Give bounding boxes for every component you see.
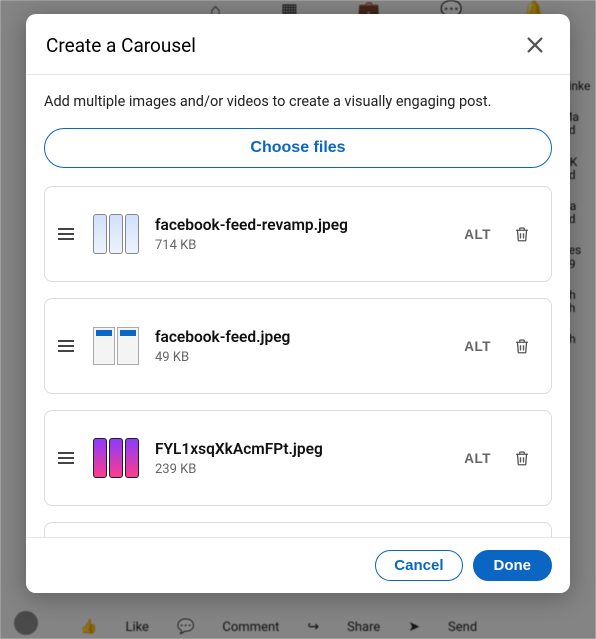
modal-title: Create a Carousel — [46, 34, 196, 57]
alt-text-button[interactable]: ALT — [460, 445, 495, 472]
drag-icon — [57, 227, 75, 241]
alt-text-button[interactable]: ALT — [460, 221, 495, 248]
file-info: FYL1xsqXkAcmFPt.jpeg 239 KB — [155, 440, 448, 477]
modal-body: Add multiple images and/or videos to cre… — [26, 75, 570, 537]
trash-icon — [513, 449, 531, 467]
file-info: facebook-feed.jpeg 49 KB — [155, 328, 448, 365]
trash-icon — [513, 337, 531, 355]
file-thumbnail — [89, 431, 143, 485]
trash-icon — [513, 225, 531, 243]
delete-file-button[interactable] — [507, 331, 537, 361]
file-thumbnail — [89, 319, 143, 373]
modal-subtitle: Add multiple images and/or videos to cre… — [44, 93, 552, 110]
delete-file-button[interactable] — [507, 219, 537, 249]
file-card: FYM3Rc2WIAAjTIF.jpeg81 KBALT — [44, 522, 552, 537]
drag-icon — [57, 339, 75, 353]
done-button[interactable]: Done — [473, 550, 553, 581]
file-size: 239 KB — [155, 462, 448, 477]
modal-header: Create a Carousel — [26, 14, 570, 75]
drag-handle[interactable] — [55, 451, 77, 465]
file-name: facebook-feed-revamp.jpeg — [155, 216, 448, 234]
file-card: facebook-feed.jpeg 49 KB ALT — [44, 298, 552, 394]
file-card: FYL1xsqXkAcmFPt.jpeg 239 KB ALT — [44, 410, 552, 506]
file-name: FYL1xsqXkAcmFPt.jpeg — [155, 440, 448, 458]
close-button[interactable] — [520, 30, 550, 60]
file-card: facebook-feed-revamp.jpeg 714 KB ALT — [44, 186, 552, 282]
create-carousel-modal: Create a Carousel Add multiple images an… — [26, 14, 570, 593]
file-thumbnail — [89, 207, 143, 261]
cancel-button[interactable]: Cancel — [375, 550, 462, 581]
file-size: 49 KB — [155, 350, 448, 365]
drag-handle[interactable] — [55, 227, 77, 241]
drag-icon — [57, 451, 75, 465]
file-size: 714 KB — [155, 238, 448, 253]
alt-text-button[interactable]: ALT — [460, 333, 495, 360]
delete-file-button[interactable] — [507, 443, 537, 473]
close-icon — [524, 34, 546, 56]
file-name: facebook-feed.jpeg — [155, 328, 448, 346]
drag-handle[interactable] — [55, 339, 77, 353]
choose-files-button[interactable]: Choose files — [44, 128, 552, 168]
file-list: facebook-feed-revamp.jpeg714 KBALTfacebo… — [44, 186, 552, 537]
file-info: facebook-feed-revamp.jpeg 714 KB — [155, 216, 448, 253]
modal-footer: Cancel Done — [26, 537, 570, 593]
